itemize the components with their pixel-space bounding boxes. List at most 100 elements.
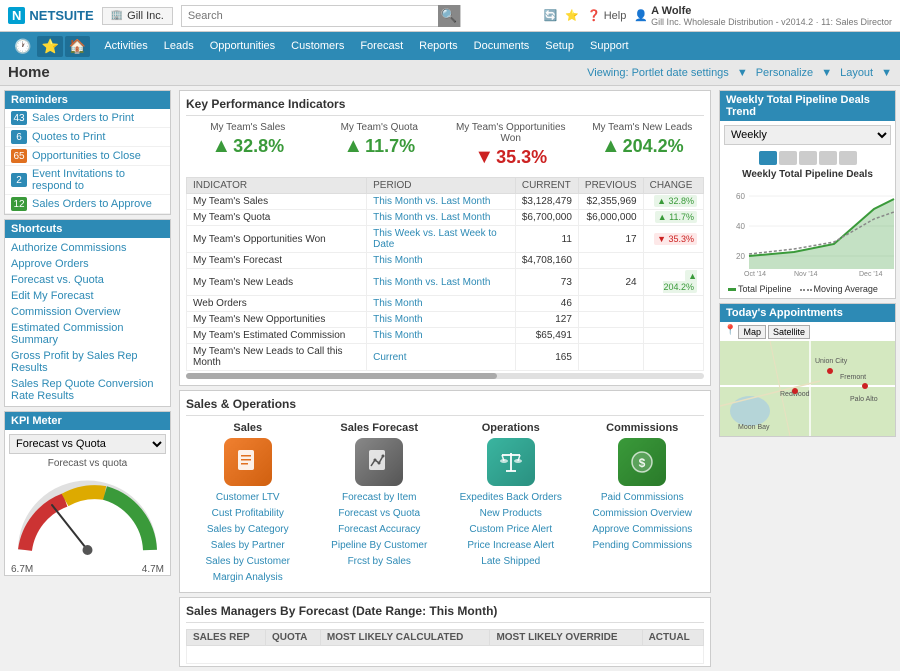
- weekly-dropdown[interactable]: Weekly: [724, 125, 891, 145]
- list-item[interactable]: 6 Quotes to Print: [5, 128, 170, 147]
- list-item[interactable]: Forecast vs Quota: [318, 506, 442, 522]
- period-cell[interactable]: This Month vs. Last Month: [367, 210, 516, 226]
- list-item[interactable]: Authorize Commissions: [5, 240, 170, 256]
- user-item[interactable]: 👤 A Wolfe Gill Inc. Wholesale Distributi…: [634, 5, 892, 27]
- period-cell[interactable]: Current: [367, 344, 516, 371]
- list-item[interactable]: New Products: [449, 506, 573, 522]
- indicator-cell[interactable]: My Team's Estimated Commission: [187, 328, 367, 344]
- period-cell[interactable]: This Week vs. Last Week to Date: [367, 226, 516, 253]
- list-item[interactable]: Forecast vs. Quota: [5, 272, 170, 288]
- satellite-button[interactable]: Satellite: [768, 325, 810, 339]
- list-item[interactable]: 12 Sales Orders to Approve: [5, 195, 170, 214]
- list-item[interactable]: Commission Overview: [581, 506, 705, 522]
- personalize-button[interactable]: Personalize: [756, 67, 813, 79]
- chart-icon-bar[interactable]: [779, 151, 797, 165]
- indicator-cell[interactable]: My Team's New Leads to Call this Month: [187, 344, 367, 371]
- list-item[interactable]: 2 Event Invitations to respond to: [5, 166, 170, 195]
- commissions-icon[interactable]: $: [618, 438, 666, 486]
- list-item[interactable]: Edit My Forecast: [5, 288, 170, 304]
- list-item[interactable]: Approve Orders: [5, 256, 170, 272]
- list-item[interactable]: Sales by Customer: [186, 554, 310, 570]
- nav-forecast[interactable]: Forecast: [352, 32, 411, 60]
- reminder-label[interactable]: Sales Orders to Approve: [32, 198, 152, 210]
- list-item[interactable]: Gross Profit by Sales Rep Results: [5, 348, 170, 376]
- kpi-table-scroll[interactable]: INDICATOR PERIOD CURRENT PREVIOUS CHANGE…: [186, 177, 704, 379]
- shortcut-link[interactable]: Gross Profit by Sales Rep Results: [11, 350, 138, 374]
- table-scrollbar[interactable]: [186, 373, 704, 379]
- shortcut-link[interactable]: Authorize Commissions: [11, 242, 127, 254]
- chart-icon-other[interactable]: [839, 151, 857, 165]
- list-item[interactable]: Cust Profitability: [186, 506, 310, 522]
- ops-icon[interactable]: [487, 438, 535, 486]
- period-cell[interactable]: This Month: [367, 253, 516, 269]
- home-nav-icon[interactable]: 🏠: [65, 36, 90, 57]
- list-item[interactable]: Forecast by Item: [318, 490, 442, 506]
- list-item[interactable]: Frcst by Sales: [318, 554, 442, 570]
- list-item[interactable]: Pipeline By Customer: [318, 538, 442, 554]
- list-item[interactable]: Paid Commissions: [581, 490, 705, 506]
- period-cell[interactable]: This Month: [367, 328, 516, 344]
- shortcut-link[interactable]: Estimated Commission Summary: [11, 322, 123, 346]
- indicator-cell[interactable]: My Team's New Opportunities: [187, 312, 367, 328]
- period-cell[interactable]: This Month: [367, 312, 516, 328]
- shortcut-link[interactable]: Commission Overview: [11, 306, 120, 318]
- search-button[interactable]: 🔍: [438, 5, 460, 27]
- nav-customers[interactable]: Customers: [283, 32, 352, 60]
- list-item[interactable]: Customer LTV: [186, 490, 310, 506]
- indicator-cell[interactable]: My Team's Quota: [187, 210, 367, 226]
- help-item[interactable]: ❓ Help: [587, 9, 626, 22]
- search-input[interactable]: [182, 10, 438, 22]
- shortcut-link[interactable]: Sales Rep Quote Conversion Rate Results: [11, 378, 153, 402]
- map-button[interactable]: Map: [738, 325, 766, 339]
- company-tab[interactable]: 🏢 Gill Inc.: [102, 7, 173, 25]
- shortcut-link[interactable]: Edit My Forecast: [11, 290, 94, 302]
- list-item[interactable]: Margin Analysis: [186, 570, 310, 586]
- list-item[interactable]: Pending Commissions: [581, 538, 705, 554]
- list-item[interactable]: Sales by Category: [186, 522, 310, 538]
- forecast-icon[interactable]: [355, 438, 403, 486]
- list-item[interactable]: Forecast Accuracy: [318, 522, 442, 538]
- period-cell[interactable]: This Month vs. Last Month: [367, 269, 516, 296]
- list-item[interactable]: Approve Commissions: [581, 522, 705, 538]
- star-item[interactable]: ⭐: [565, 9, 579, 22]
- nav-leads[interactable]: Leads: [156, 32, 202, 60]
- list-item[interactable]: Commission Overview: [5, 304, 170, 320]
- clock-icon[interactable]: 🕐: [10, 36, 35, 57]
- list-item[interactable]: Price Increase Alert: [449, 538, 573, 554]
- chart-icon-area[interactable]: [799, 151, 817, 165]
- shortcut-link[interactable]: Approve Orders: [11, 258, 89, 270]
- refresh-item[interactable]: 🔄: [544, 9, 558, 22]
- chart-icon-line[interactable]: [759, 151, 777, 165]
- indicator-cell[interactable]: My Team's Sales: [187, 194, 367, 210]
- reminder-label[interactable]: Opportunities to Close: [32, 150, 141, 162]
- reminder-label[interactable]: Quotes to Print: [32, 131, 105, 143]
- nav-support[interactable]: Support: [582, 32, 637, 60]
- period-cell[interactable]: This Month vs. Last Month: [367, 194, 516, 210]
- list-item[interactable]: Expedites Back Orders: [449, 490, 573, 506]
- list-item[interactable]: Custom Price Alert: [449, 522, 573, 538]
- list-item[interactable]: Late Shipped: [449, 554, 573, 570]
- list-item[interactable]: 65 Opportunities to Close: [5, 147, 170, 166]
- reminder-label[interactable]: Sales Orders to Print: [32, 112, 134, 124]
- map-area[interactable]: Union City Fremont Redwood Moon Bay Palo…: [720, 341, 895, 436]
- star-nav-icon[interactable]: ⭐: [37, 36, 62, 57]
- nav-documents[interactable]: Documents: [466, 32, 538, 60]
- indicator-cell[interactable]: My Team's New Leads: [187, 269, 367, 296]
- nav-opportunities[interactable]: Opportunities: [202, 32, 283, 60]
- sales-icon[interactable]: [224, 438, 272, 486]
- layout-button[interactable]: Layout: [840, 67, 873, 79]
- shortcut-link[interactable]: Forecast vs. Quota: [11, 274, 104, 286]
- indicator-cell[interactable]: My Team's Opportunities Won: [187, 226, 367, 253]
- list-item[interactable]: 43 Sales Orders to Print: [5, 109, 170, 128]
- indicator-cell[interactable]: Web Orders: [187, 296, 367, 312]
- nav-setup[interactable]: Setup: [537, 32, 582, 60]
- list-item[interactable]: Estimated Commission Summary: [5, 320, 170, 348]
- chart-icon-table[interactable]: [819, 151, 837, 165]
- list-item[interactable]: Sales by Partner: [186, 538, 310, 554]
- period-cell[interactable]: This Month: [367, 296, 516, 312]
- list-item[interactable]: Sales Rep Quote Conversion Rate Results: [5, 376, 170, 404]
- viewing-label[interactable]: Viewing: Portlet date settings: [587, 67, 729, 79]
- nav-activities[interactable]: Activities: [96, 32, 155, 60]
- nav-reports[interactable]: Reports: [411, 32, 466, 60]
- indicator-cell[interactable]: My Team's Forecast: [187, 253, 367, 269]
